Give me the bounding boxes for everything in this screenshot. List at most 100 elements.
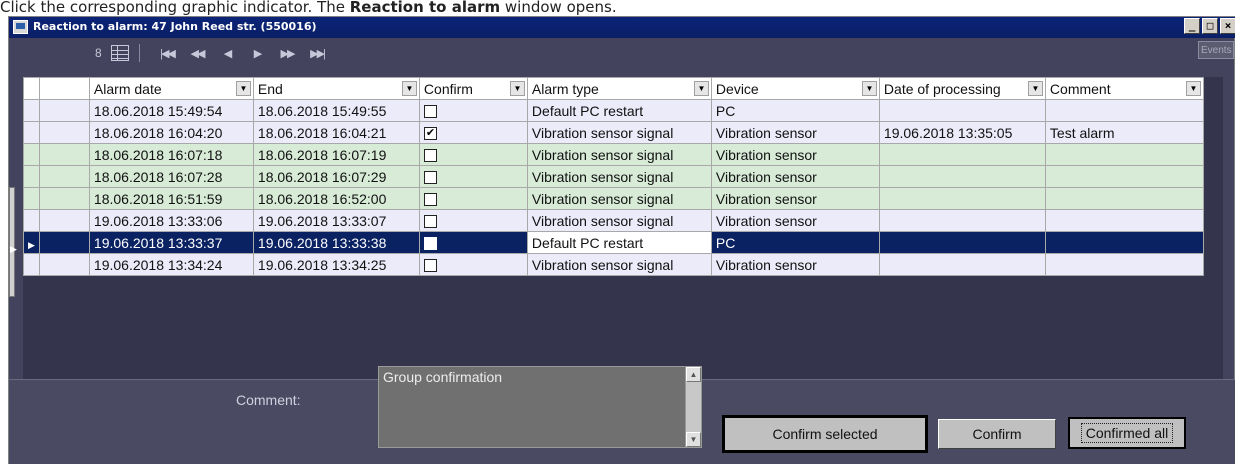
cell-date-of-processing[interactable]: 19.06.2018 13:35:05 bbox=[878, 121, 1046, 144]
cell-confirm[interactable] bbox=[418, 187, 528, 210]
cell-alarm-type[interactable]: Default PC restart bbox=[526, 231, 712, 254]
confirm-button[interactable]: Confirm bbox=[938, 419, 1056, 449]
column-header-confirm[interactable]: Confirm ▼ bbox=[418, 77, 528, 100]
cell-device[interactable]: Vibration sensor bbox=[710, 143, 880, 166]
cell-date-of-processing[interactable] bbox=[878, 99, 1046, 122]
cell-alarm-date[interactable]: 19.06.2018 13:33:37 bbox=[88, 231, 254, 254]
cell-end[interactable]: 18.06.2018 16:52:00 bbox=[252, 187, 420, 210]
next-page-button[interactable]: ▶▶ bbox=[272, 47, 302, 60]
last-record-button[interactable]: ▶▶| bbox=[302, 47, 332, 60]
table-row[interactable]: 18.06.2018 16:04:20 18.06.2018 16:04:21 ✔ V… bbox=[23, 121, 1204, 144]
row-indicator[interactable] bbox=[23, 121, 40, 144]
filter-dropdown-icon[interactable]: ▼ bbox=[693, 81, 709, 96]
confirm-checkbox[interactable] bbox=[423, 215, 437, 229]
confirm-checkbox[interactable] bbox=[423, 149, 437, 163]
prev-page-button[interactable]: ◀◀ bbox=[182, 47, 212, 60]
row-indicator[interactable] bbox=[23, 187, 40, 210]
cell-alarm-type[interactable]: Vibration sensor signal bbox=[526, 143, 712, 166]
first-record-button[interactable]: |◀◀ bbox=[152, 47, 182, 60]
cell-alarm-type[interactable]: Vibration sensor signal bbox=[526, 165, 712, 188]
cell-device[interactable]: Vibration sensor bbox=[710, 187, 880, 210]
row-indicator[interactable] bbox=[23, 165, 40, 188]
cell-confirm[interactable] bbox=[418, 209, 528, 232]
table-row[interactable]: 18.06.2018 16:51:59 18.06.2018 16:52:00 Vi… bbox=[23, 187, 1204, 210]
cell-alarm-type[interactable]: Vibration sensor signal bbox=[526, 253, 712, 276]
row-indicator[interactable]: ▶ bbox=[23, 231, 40, 254]
row-indicator[interactable] bbox=[23, 99, 40, 122]
cell-end[interactable]: 18.06.2018 16:04:21 bbox=[252, 121, 420, 144]
cell-alarm-date[interactable]: 18.06.2018 16:04:20 bbox=[88, 121, 254, 144]
cell-end[interactable]: 19.06.2018 13:34:25 bbox=[252, 253, 420, 276]
scroll-down-icon[interactable]: ▼ bbox=[686, 432, 701, 447]
confirm-selected-button[interactable]: Confirm selected bbox=[722, 415, 928, 453]
confirmed-all-button[interactable]: Confirmed all bbox=[1068, 417, 1186, 449]
cell-comment[interactable] bbox=[1044, 187, 1204, 210]
close-button[interactable]: × bbox=[1220, 18, 1235, 34]
cell-date-of-processing[interactable] bbox=[878, 143, 1046, 166]
cell-comment[interactable] bbox=[1044, 99, 1204, 122]
table-row[interactable]: 18.06.2018 16:07:28 18.06.2018 16:07:29 Vi… bbox=[23, 165, 1204, 188]
comment-textarea[interactable]: Group confirmation ▲ ▼ bbox=[378, 366, 702, 448]
cell-confirm[interactable] bbox=[418, 231, 528, 254]
confirm-checkbox[interactable]: ✔ bbox=[423, 127, 437, 141]
row-gutter[interactable] bbox=[38, 253, 90, 276]
cell-comment[interactable] bbox=[1044, 253, 1204, 276]
cell-confirm[interactable] bbox=[418, 165, 528, 188]
cell-end[interactable]: 18.06.2018 15:49:55 bbox=[252, 99, 420, 122]
cell-comment[interactable] bbox=[1044, 165, 1204, 188]
confirm-checkbox[interactable] bbox=[423, 171, 437, 185]
cell-date-of-processing[interactable] bbox=[878, 231, 1046, 254]
splitter-handle[interactable] bbox=[9, 187, 15, 297]
table-row[interactable]: ▶ 19.06.2018 13:33:37 19.06.2018 13:33:38 D… bbox=[23, 231, 1204, 254]
cell-date-of-processing[interactable] bbox=[878, 165, 1046, 188]
row-indicator[interactable] bbox=[23, 209, 40, 232]
comment-scrollbar[interactable]: ▲ ▼ bbox=[685, 367, 701, 447]
scroll-up-icon[interactable]: ▲ bbox=[686, 367, 701, 382]
row-gutter[interactable] bbox=[38, 143, 90, 166]
row-gutter[interactable] bbox=[38, 187, 90, 210]
next-record-button[interactable]: ▶ bbox=[242, 47, 272, 60]
filter-dropdown-icon[interactable]: ▼ bbox=[401, 81, 417, 96]
confirm-checkbox[interactable] bbox=[423, 259, 437, 273]
grid-view-icon[interactable] bbox=[111, 45, 129, 61]
row-indicator[interactable] bbox=[23, 143, 40, 166]
row-gutter[interactable] bbox=[38, 231, 90, 254]
cell-date-of-processing[interactable] bbox=[878, 209, 1046, 232]
cell-end[interactable]: 18.06.2018 16:07:29 bbox=[252, 165, 420, 188]
cell-confirm[interactable] bbox=[418, 253, 528, 276]
cell-device[interactable]: Vibration sensor bbox=[710, 165, 880, 188]
cell-alarm-date[interactable]: 19.06.2018 13:34:24 bbox=[88, 253, 254, 276]
filter-dropdown-icon[interactable]: ▼ bbox=[1185, 81, 1201, 96]
cell-alarm-type[interactable]: Vibration sensor signal bbox=[526, 121, 712, 144]
filter-dropdown-icon[interactable]: ▼ bbox=[861, 81, 877, 96]
cell-alarm-date[interactable]: 18.06.2018 16:07:28 bbox=[88, 165, 254, 188]
cell-date-of-processing[interactable] bbox=[878, 187, 1046, 210]
cell-alarm-date[interactable]: 19.06.2018 13:33:06 bbox=[88, 209, 254, 232]
cell-comment[interactable]: Test alarm bbox=[1044, 121, 1204, 144]
cell-end[interactable]: 18.06.2018 16:07:19 bbox=[252, 143, 420, 166]
maximize-button[interactable]: □ bbox=[1202, 18, 1218, 34]
confirm-checkbox[interactable] bbox=[423, 193, 437, 207]
confirm-checkbox[interactable] bbox=[423, 237, 437, 251]
cell-device[interactable]: PC bbox=[710, 99, 880, 122]
cell-end[interactable]: 19.06.2018 13:33:38 bbox=[252, 231, 420, 254]
cell-alarm-type[interactable]: Vibration sensor signal bbox=[526, 209, 712, 232]
column-header-device[interactable]: Device ▼ bbox=[710, 77, 880, 100]
column-header-alarm-date[interactable]: Alarm date ▼ bbox=[88, 77, 254, 100]
column-header-comment[interactable]: Comment ▼ bbox=[1044, 77, 1204, 100]
filter-dropdown-icon[interactable]: ▼ bbox=[1027, 81, 1043, 96]
row-gutter[interactable] bbox=[38, 209, 90, 232]
row-gutter[interactable] bbox=[38, 121, 90, 144]
minimize-button[interactable]: _ bbox=[1184, 18, 1200, 34]
cell-alarm-date[interactable]: 18.06.2018 15:49:54 bbox=[88, 99, 254, 122]
cell-alarm-type[interactable]: Default PC restart bbox=[526, 99, 712, 122]
table-row[interactable]: 19.06.2018 13:34:24 19.06.2018 13:34:25 Vi… bbox=[23, 253, 1204, 276]
filter-dropdown-icon[interactable]: ▼ bbox=[509, 81, 525, 96]
table-row[interactable]: 18.06.2018 16:07:18 18.06.2018 16:07:19 Vi… bbox=[23, 143, 1204, 166]
confirm-checkbox[interactable] bbox=[423, 105, 437, 119]
cell-comment[interactable] bbox=[1044, 209, 1204, 232]
cell-confirm[interactable] bbox=[418, 99, 528, 122]
table-row[interactable]: 19.06.2018 13:33:06 19.06.2018 13:33:07 Vi… bbox=[23, 209, 1204, 232]
filter-dropdown-icon[interactable]: ▼ bbox=[235, 81, 251, 96]
cell-confirm[interactable] bbox=[418, 143, 528, 166]
